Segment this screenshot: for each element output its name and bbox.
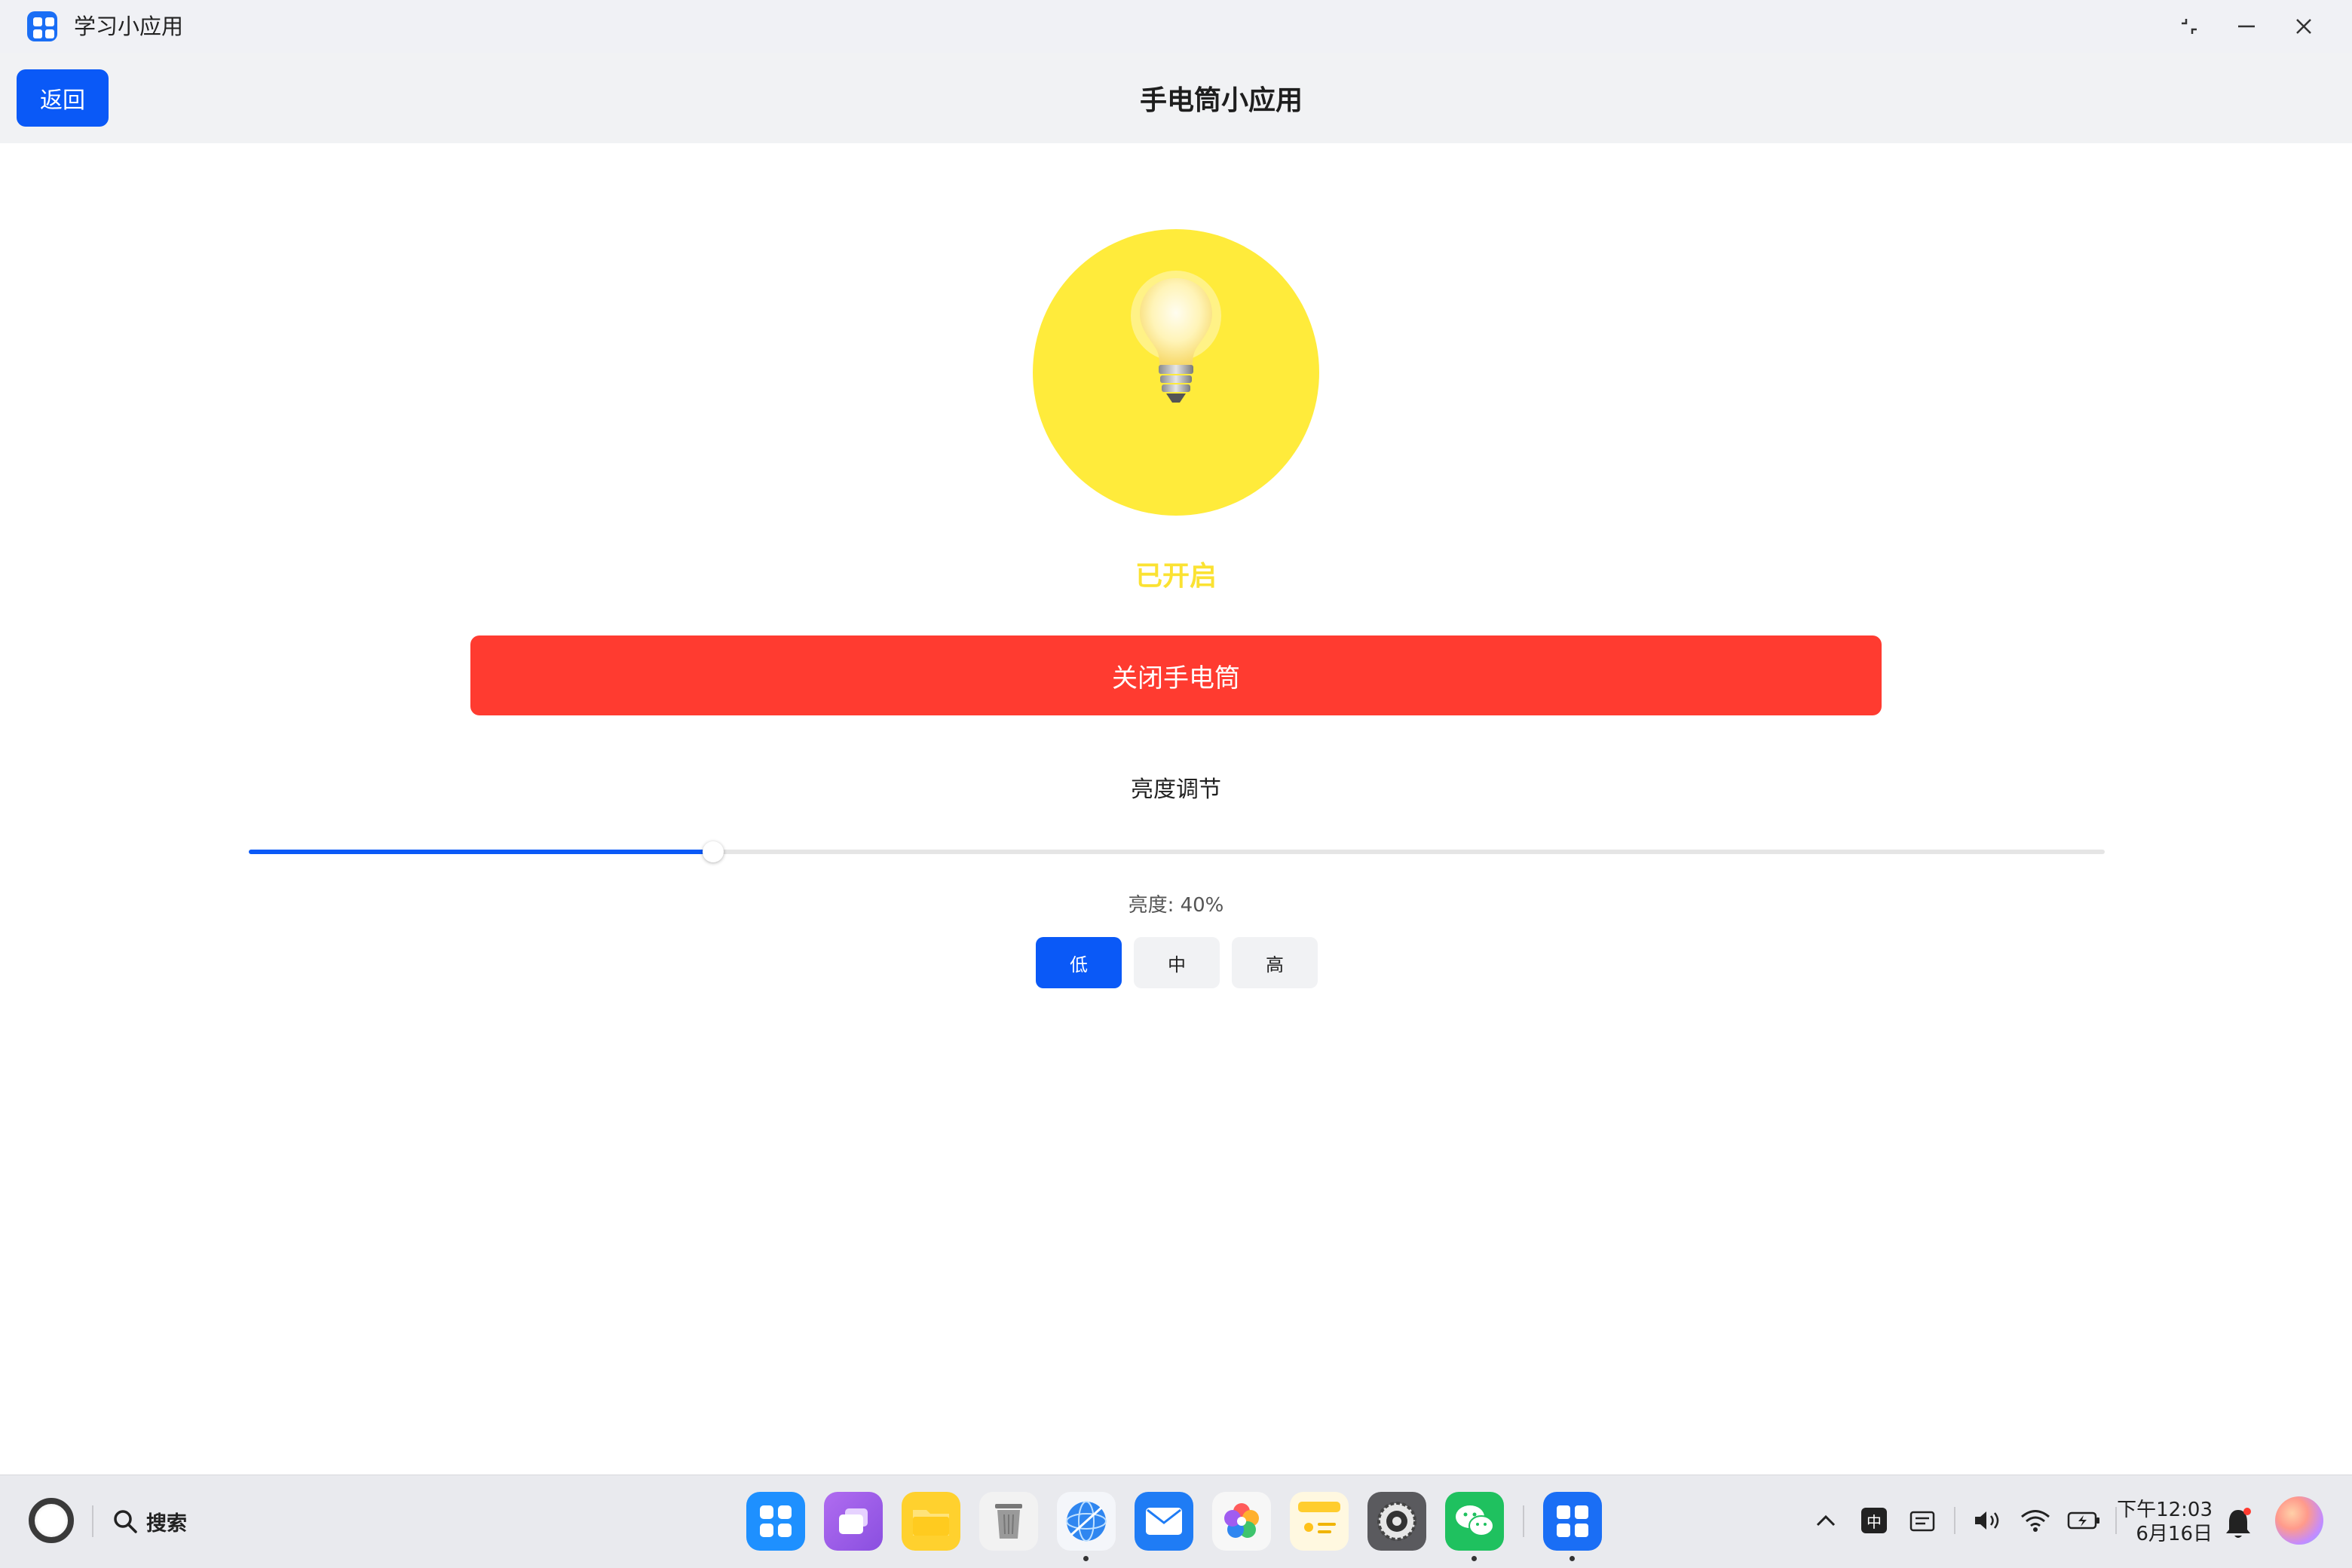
minimize-window-icon[interactable] [2225, 8, 2268, 45]
window-title: 学习小应用 [74, 14, 184, 39]
running-indicator [1472, 1556, 1477, 1561]
settings-icon[interactable] [1367, 1492, 1426, 1551]
mail-icon[interactable] [1135, 1492, 1193, 1551]
volume-icon[interactable] [1971, 1501, 2004, 1540]
trash-icon[interactable] [979, 1492, 1038, 1551]
chevron-up-icon[interactable] [1809, 1501, 1842, 1540]
battery-charging-icon[interactable] [2067, 1501, 2100, 1540]
taskbar: 搜索 中 下午12:03 6月16日 [0, 1475, 2352, 1568]
window-titlebar: 学习小应用 [0, 0, 2352, 53]
running-indicator [1083, 1556, 1089, 1561]
page-title: 手电筒小应用 [1139, 85, 1303, 116]
toggle-flashlight-button[interactable]: 关闭手电筒 [470, 635, 1882, 715]
clipboard-icon[interactable] [1906, 1501, 1939, 1540]
brightness-slider[interactable] [249, 837, 2105, 867]
close-window-icon[interactable] [2283, 8, 2325, 45]
assistant-icon[interactable] [2275, 1496, 2323, 1545]
multitask-icon[interactable] [824, 1492, 883, 1551]
tray-divider [1954, 1507, 1955, 1534]
dock-divider [1523, 1505, 1524, 1537]
flashlight-status: 已开启 [1135, 561, 1217, 592]
dock [746, 1492, 1602, 1561]
taskbar-divider [92, 1505, 93, 1537]
wechat-icon[interactable] [1445, 1492, 1504, 1561]
start-button[interactable] [29, 1498, 74, 1543]
brightness-value: 亮度: 40% [1128, 894, 1224, 917]
flashlight-indicator[interactable] [1033, 229, 1319, 516]
running-indicator [1570, 1556, 1575, 1561]
browser-icon[interactable] [1057, 1492, 1116, 1561]
slider-fill [249, 850, 713, 854]
slider-thumb[interactable] [702, 841, 724, 862]
brightness-level-group: 低 中 高 [1036, 937, 1318, 988]
brightness-title: 亮度调节 [1131, 776, 1221, 803]
files-icon[interactable] [902, 1492, 960, 1551]
taskbar-search[interactable]: 搜索 [112, 1504, 187, 1539]
restore-window-icon[interactable] [2168, 8, 2210, 45]
search-label: 搜索 [146, 1511, 187, 1536]
lightbulb-icon [1131, 271, 1221, 403]
level-high-button[interactable]: 高 [1232, 937, 1318, 988]
clock-time: 下午12:03 [2117, 1499, 2213, 1521]
app-header: 手电筒小应用 返回 [0, 53, 2352, 143]
level-low-button[interactable]: 低 [1036, 937, 1122, 988]
app-launcher-icon[interactable] [746, 1492, 805, 1551]
clock-date: 6月16日 [2136, 1523, 2213, 1545]
wifi-icon[interactable] [2019, 1501, 2052, 1540]
notification-bell-icon[interactable] [2222, 1505, 2254, 1542]
back-button[interactable]: 返回 [17, 69, 109, 127]
system-tray: 中 [1809, 1501, 2117, 1540]
app-icon [27, 11, 57, 41]
input-method-icon[interactable]: 中 [1857, 1501, 1891, 1540]
study-app-icon[interactable] [1543, 1492, 1602, 1561]
notes-icon[interactable] [1290, 1492, 1349, 1551]
system-clock[interactable]: 下午12:03 6月16日 [2115, 1498, 2213, 1546]
search-icon [114, 1510, 137, 1533]
level-medium-button[interactable]: 中 [1134, 937, 1220, 988]
gallery-icon[interactable] [1212, 1492, 1271, 1551]
